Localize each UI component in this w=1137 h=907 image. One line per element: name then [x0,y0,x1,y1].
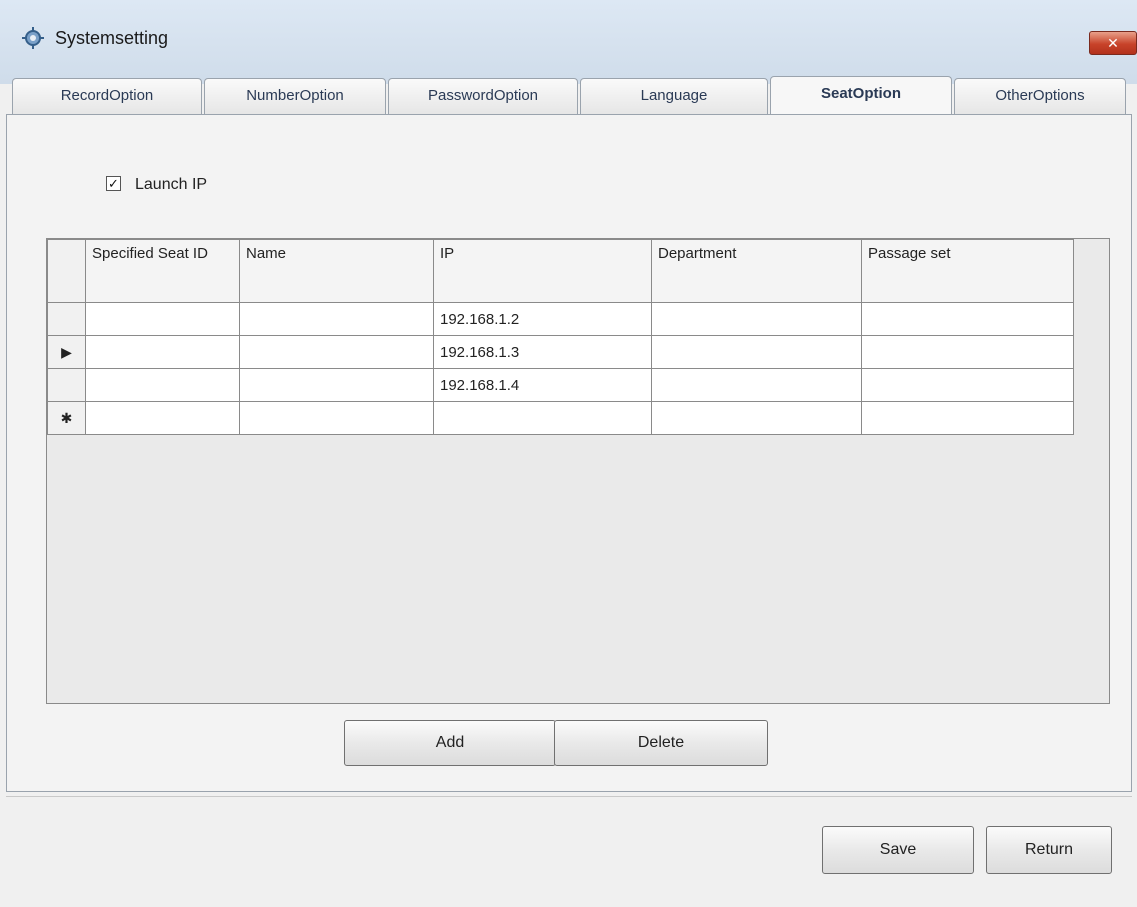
cell-passage-set[interactable] [861,401,1074,435]
column-header-name[interactable]: Name [239,239,434,303]
tab-record-option[interactable]: RecordOption [12,78,202,114]
cell-seat-id[interactable] [85,401,240,435]
cell-name[interactable] [239,302,434,336]
cell-passage-set[interactable] [861,368,1074,402]
current-row-arrow-icon[interactable]: ▶ [47,335,86,369]
cell-ip[interactable]: 192.168.1.2 [433,302,652,336]
cell-department[interactable] [651,335,862,369]
column-header-ip[interactable]: IP [433,239,652,303]
seat-table: Specified Seat ID Name IP Department Pas… [47,239,1074,435]
table-header-row: Specified Seat ID Name IP Department Pas… [47,239,1074,303]
row-indicator[interactable] [47,302,86,336]
cell-department[interactable] [651,401,862,435]
column-header-department[interactable]: Department [651,239,862,303]
cell-ip[interactable]: 192.168.1.3 [433,335,652,369]
window-title: Systemsetting [55,28,169,48]
cell-name[interactable] [239,401,434,435]
new-row[interactable]: ✱ [47,401,1074,435]
title-bar: Systemsetting ✕ [0,0,1137,84]
column-header-seat-id[interactable]: Specified Seat ID [85,239,240,303]
gear-icon [22,27,44,49]
tab-language[interactable]: Language [580,78,768,114]
launch-ip-checkbox[interactable]: ✓ [106,176,121,191]
row-header-corner [47,239,86,303]
cell-ip[interactable]: 192.168.1.4 [433,368,652,402]
tab-seat-option[interactable]: SeatOption [770,76,952,116]
cell-passage-set[interactable] [861,302,1074,336]
delete-button[interactable]: Delete [554,720,768,766]
new-row-asterisk-icon[interactable]: ✱ [47,401,86,435]
cell-name[interactable] [239,368,434,402]
tab-other-options[interactable]: OtherOptions [954,78,1126,114]
table-row[interactable]: 192.168.1.4 [47,368,1074,402]
cell-passage-set[interactable] [861,335,1074,369]
launch-ip-label: Launch IP [135,176,208,193]
cell-ip[interactable] [433,401,652,435]
tab-password-option[interactable]: PasswordOption [388,78,578,114]
tab-number-option[interactable]: NumberOption [204,78,386,114]
cell-department[interactable] [651,302,862,336]
footer-divider [6,796,1132,797]
return-button[interactable]: Return [986,826,1112,874]
column-header-passage-set[interactable]: Passage set [861,239,1074,303]
cell-name[interactable] [239,335,434,369]
row-indicator[interactable] [47,368,86,402]
cell-seat-id[interactable] [85,302,240,336]
cell-department[interactable] [651,368,862,402]
close-button[interactable]: ✕ [1089,31,1137,55]
add-button[interactable]: Add [344,720,556,766]
table-row[interactable]: ▶ 192.168.1.3 [47,335,1074,369]
cell-seat-id[interactable] [85,368,240,402]
seat-data-grid: Specified Seat ID Name IP Department Pas… [46,238,1110,704]
save-button[interactable]: Save [822,826,974,874]
cell-seat-id[interactable] [85,335,240,369]
table-row[interactable]: 192.168.1.2 [47,302,1074,336]
